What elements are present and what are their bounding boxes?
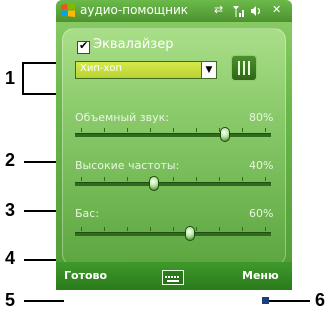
callout-dot-6	[262, 297, 269, 304]
bass-label: Бас:	[75, 207, 100, 220]
slider-tick	[242, 128, 243, 132]
bass-value: 60%	[249, 207, 274, 220]
slider-tick	[104, 177, 105, 181]
callout-number-2: 2	[5, 150, 16, 170]
slider-thumb[interactable]	[184, 226, 195, 241]
equalizer-label: Эквалайзер	[93, 37, 174, 52]
slider-tick	[127, 177, 128, 181]
equalizer-preset-dropdown[interactable]: Хип-хоп ▼	[75, 61, 217, 79]
slider-tick	[173, 227, 174, 231]
dropdown-arrow-icon[interactable]: ▼	[201, 62, 216, 78]
keyboard-icon[interactable]	[162, 270, 184, 285]
slider-tick	[81, 227, 82, 231]
slider-tick	[150, 128, 151, 132]
slider-tick	[127, 128, 128, 132]
slider-tick	[196, 128, 197, 132]
slider-tick	[265, 177, 266, 181]
slider-tick	[196, 177, 197, 181]
sync-arrows-icon[interactable]: ⇄	[214, 3, 223, 16]
bass-slider[interactable]	[75, 232, 271, 236]
slider-tick	[127, 227, 128, 231]
slider-tick	[150, 227, 151, 231]
close-button[interactable]: ✕	[272, 3, 281, 16]
slider-tick	[242, 177, 243, 181]
slider-tick	[242, 227, 243, 231]
treble-value: 40%	[249, 159, 274, 172]
softkey-menu[interactable]: Меню	[242, 269, 279, 282]
speaker-volume-icon[interactable]	[250, 5, 264, 17]
preset-value: Хип-хоп	[80, 63, 123, 74]
slider-tick	[265, 227, 266, 231]
callout-number-5: 5	[5, 290, 16, 310]
title-bar: аудио-помощник ⇄ ✕	[56, 0, 292, 22]
surround-sound-label: Объемный звук:	[75, 111, 169, 124]
slider-tick	[173, 128, 174, 132]
slider-tick	[173, 177, 174, 181]
slider-thumb[interactable]	[149, 176, 160, 191]
slider-tick	[265, 128, 266, 132]
softkey-done[interactable]: Готово	[64, 269, 107, 282]
equalizer-checkbox[interactable]: ✔	[77, 39, 90, 54]
windows-start-icon[interactable]	[60, 2, 76, 18]
callout-line-1-vertical	[22, 62, 24, 95]
checkmark-icon: ✔	[79, 39, 89, 52]
surround-sound-value: 80%	[249, 111, 274, 124]
callout-line-6	[266, 300, 310, 302]
softkey-bar: Готово Меню	[56, 262, 292, 290]
window-title: аудио-помощник	[80, 3, 188, 17]
slider-tick	[104, 128, 105, 132]
treble-label: Высокие частоты:	[75, 159, 180, 172]
settings-panel: ✔ Эквалайзер Хип-хоп ▼ Объемный звук: 80…	[62, 28, 286, 266]
callout-number-3: 3	[5, 200, 16, 220]
equalizer-settings-button[interactable]	[231, 55, 257, 81]
slider-tick	[81, 128, 82, 132]
equalizer-sliders-icon	[238, 61, 240, 75]
slider-tick	[219, 177, 220, 181]
callout-line-5	[24, 300, 64, 302]
callout-number-6: 6	[315, 290, 326, 310]
surround-sound-slider[interactable]	[75, 133, 271, 137]
signal-antenna-icon[interactable]	[232, 4, 246, 18]
callout-number-1: 1	[5, 68, 16, 88]
slider-tick	[196, 227, 197, 231]
device-screen: аудио-помощник ⇄ ✕ ✔ Эквалайзер Хип-хоп …	[56, 0, 292, 290]
slider-tick	[81, 177, 82, 181]
callout-number-4: 4	[5, 248, 16, 268]
slider-tick	[219, 227, 220, 231]
treble-slider[interactable]	[75, 182, 271, 186]
slider-thumb[interactable]	[219, 127, 230, 142]
slider-tick	[104, 227, 105, 231]
